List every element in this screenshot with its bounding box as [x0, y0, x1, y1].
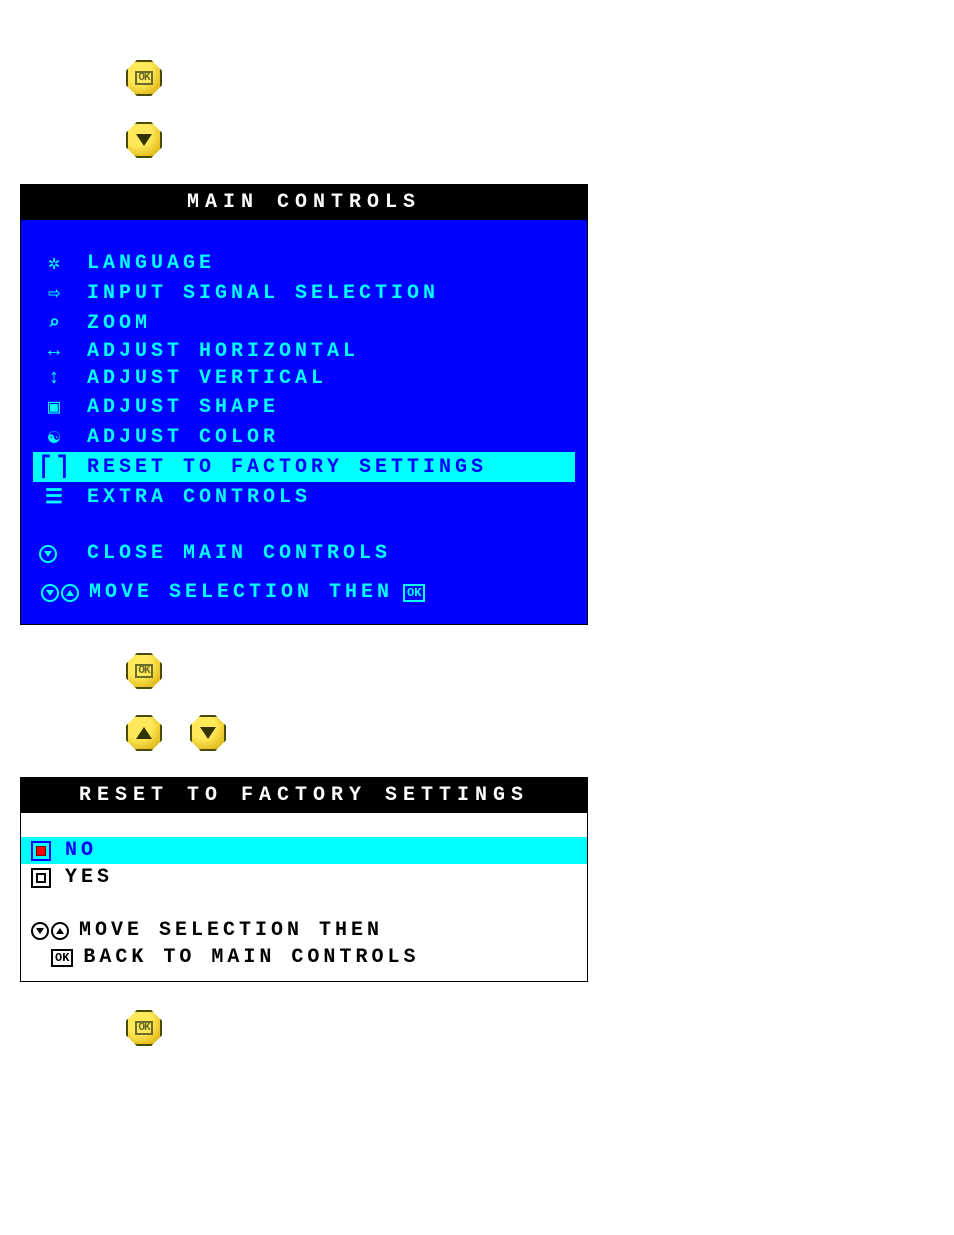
ok-icon: OK — [135, 71, 152, 85]
reset-factory-osd: RESET TO FACTORY SETTINGS NO YES MOVE SE… — [20, 777, 588, 982]
menu-item-input-signal[interactable]: ⇨ INPUT SIGNAL SELECTION — [33, 278, 575, 308]
horizontal-icon: ↔ — [39, 340, 73, 363]
triangle-down-icon — [200, 727, 216, 739]
physical-ok-button[interactable]: OK — [126, 60, 162, 96]
menu-item-adjust-vertical[interactable]: ↕ ADJUST VERTICAL — [33, 365, 575, 392]
reset-option-yes[interactable]: YES — [21, 864, 587, 891]
triangle-down-icon — [136, 134, 152, 146]
footer-ok-icon: OK — [51, 949, 73, 967]
physical-down-button[interactable] — [126, 122, 162, 158]
triangle-up-icon — [136, 727, 152, 739]
vertical-icon: ↕ — [39, 367, 73, 390]
color-icon: ☯ — [39, 424, 73, 450]
menu-item-adjust-shape[interactable]: ▣ ADJUST SHAPE — [33, 392, 575, 422]
menu-item-reset-factory[interactable]: ⎡⎤ RESET TO FACTORY SETTINGS — [33, 452, 575, 482]
language-icon: ✲ — [39, 250, 73, 276]
close-triangle-icon — [39, 545, 73, 563]
menu-item-adjust-color[interactable]: ☯ ADJUST COLOR — [33, 422, 575, 452]
ok-icon: OK — [135, 664, 152, 678]
physical-ok-button-2[interactable]: OK — [126, 653, 162, 689]
up-down-nav-icon — [31, 922, 69, 940]
menu-item-close[interactable]: CLOSE MAIN CONTROLS — [33, 540, 575, 567]
reset-option-no[interactable]: NO — [21, 837, 587, 864]
physical-down-button-2[interactable] — [190, 715, 226, 751]
input-signal-icon: ⇨ — [39, 280, 73, 306]
physical-up-button[interactable] — [126, 715, 162, 751]
shape-icon: ▣ — [39, 394, 73, 420]
no-checkbox-icon — [31, 841, 51, 861]
footer-ok-icon: OK — [403, 584, 425, 602]
physical-ok-button-3[interactable]: OK — [126, 1010, 162, 1046]
footer-text: MOVE SELECTION THEN — [89, 581, 393, 604]
osd-title-reset: RESET TO FACTORY SETTINGS — [21, 778, 587, 813]
yes-checkbox-icon — [31, 868, 51, 888]
up-down-nav-icon — [41, 584, 79, 602]
ok-icon: OK — [135, 1021, 152, 1035]
menu-item-zoom[interactable]: ⌕ ZOOM — [33, 308, 575, 338]
menu-item-extra-controls[interactable]: ☰ EXTRA CONTROLS — [33, 482, 575, 512]
zoom-icon: ⌕ — [39, 310, 73, 336]
reset-osd-footer: MOVE SELECTION THEN OK BACK TO MAIN CONT… — [21, 909, 587, 981]
reset-icon: ⎡⎤ — [39, 454, 73, 480]
main-controls-osd: MAIN CONTROLS ✲ LANGUAGE ⇨ INPUT SIGNAL … — [20, 184, 588, 625]
osd-footer: MOVE SELECTION THEN OK — [33, 567, 575, 612]
extra-icon: ☰ — [39, 484, 73, 510]
menu-item-adjust-horizontal[interactable]: ↔ ADJUST HORIZONTAL — [33, 338, 575, 365]
osd-title: MAIN CONTROLS — [21, 185, 587, 220]
menu-item-language[interactable]: ✲ LANGUAGE — [33, 248, 575, 278]
